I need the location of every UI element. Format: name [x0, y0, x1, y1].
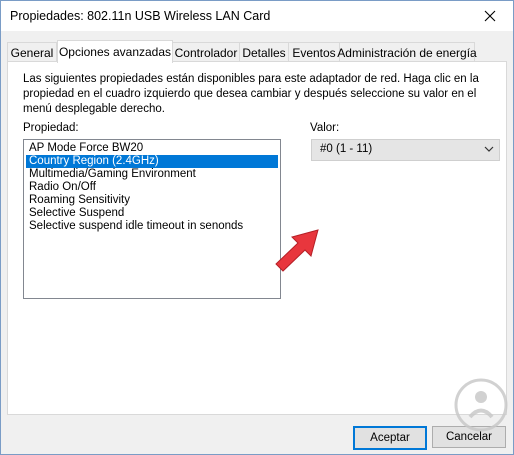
- tab-label: Detalles: [242, 45, 286, 60]
- tab-label: Controlador: [174, 45, 238, 60]
- tab-details[interactable]: Detalles: [239, 42, 289, 62]
- tab-label: Opciones avanzadas: [58, 45, 172, 59]
- chevron-down-icon: [483, 143, 495, 158]
- ok-button[interactable]: Aceptar: [353, 426, 427, 450]
- list-item[interactable]: Roaming Sensitivity: [26, 194, 278, 207]
- properties-dialog: Propiedades: 802.11n USB Wireless LAN Ca…: [0, 0, 514, 455]
- tab-label: Administración de energía: [337, 45, 477, 60]
- property-label: Propiedad:: [23, 122, 79, 134]
- close-icon: [484, 10, 496, 22]
- title-bar[interactable]: Propiedades: 802.11n USB Wireless LAN Ca…: [1, 1, 513, 31]
- tab-power-management[interactable]: Administración de energía: [337, 42, 477, 62]
- ok-label: Aceptar: [370, 432, 410, 444]
- tab-advanced-options[interactable]: Opciones avanzadas: [57, 40, 173, 63]
- list-item-selected[interactable]: Country Region (2.4GHz): [26, 155, 278, 168]
- property-listbox[interactable]: AP Mode Force BW20 Country Region (2.4GH…: [23, 139, 281, 299]
- value-selected: #0 (1 - 11): [320, 143, 373, 155]
- list-item[interactable]: Selective Suspend: [26, 207, 278, 220]
- tab-strip: General Opciones avanzadas Controlador D…: [7, 40, 507, 63]
- advanced-options-panel: Las siguientes propiedades están disponi…: [7, 61, 507, 415]
- tab-driver[interactable]: Controlador: [172, 42, 240, 62]
- tab-label: General: [10, 45, 54, 60]
- tab-general[interactable]: General: [7, 42, 57, 62]
- panel-description: Las siguientes propiedades están disponi…: [23, 73, 479, 115]
- tab-label: Eventos: [292, 45, 336, 60]
- list-item[interactable]: Multimedia/Gaming Environment: [26, 168, 278, 181]
- window-title: Propiedades: 802.11n USB Wireless LAN Ca…: [10, 9, 271, 23]
- list-item[interactable]: Selective suspend idle timeout in senond…: [26, 220, 278, 233]
- list-item[interactable]: Radio On/Off: [26, 181, 278, 194]
- value-label: Valor:: [310, 122, 340, 134]
- value-dropdown[interactable]: #0 (1 - 11): [311, 139, 500, 161]
- tab-events[interactable]: Eventos: [288, 42, 340, 62]
- close-button[interactable]: [467, 1, 513, 31]
- watermark-logo: [454, 378, 508, 432]
- list-item[interactable]: AP Mode Force BW20: [26, 142, 278, 155]
- red-arrow-icon: [275, 229, 319, 272]
